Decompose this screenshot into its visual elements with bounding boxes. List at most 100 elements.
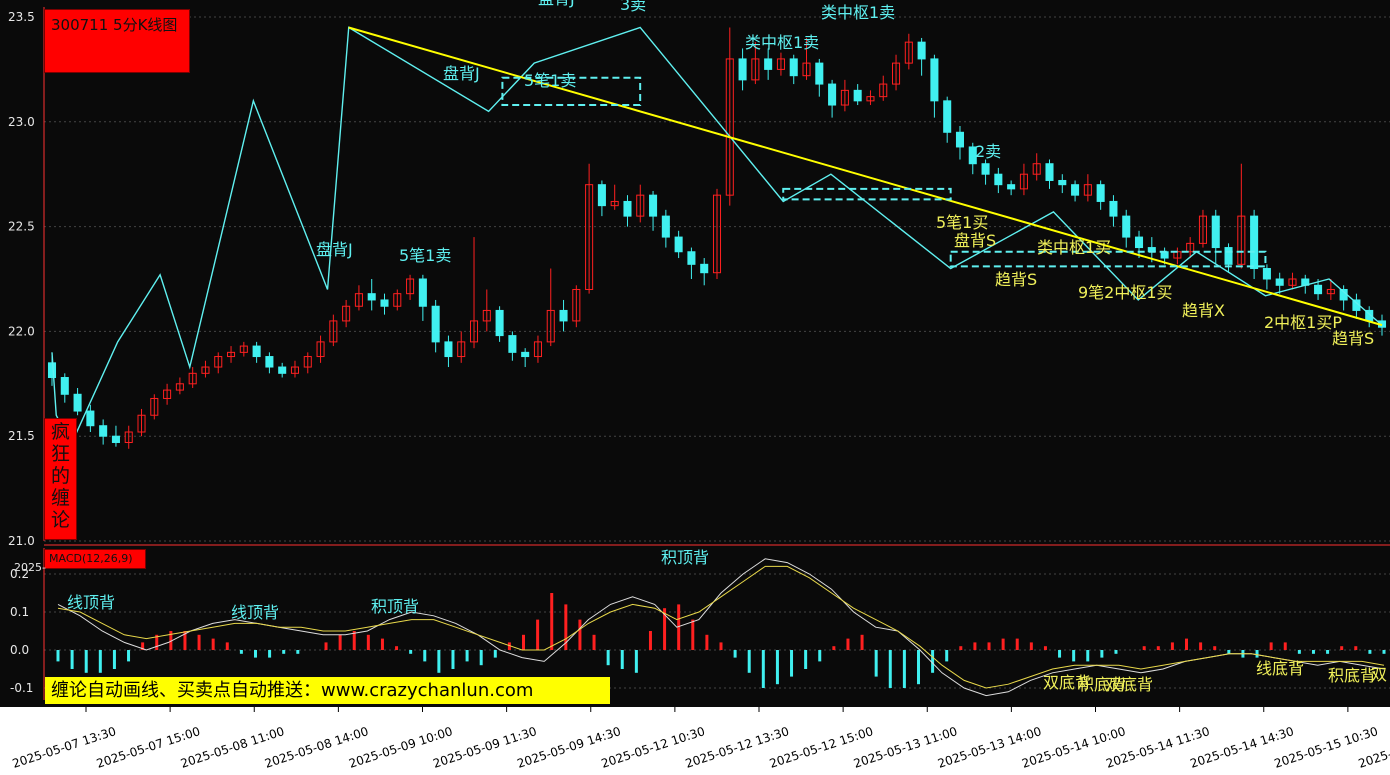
- macd-annotation-top-0: 线顶背: [67, 593, 115, 612]
- macd-annotation-bottom-2: 双底背: [1105, 675, 1153, 694]
- macd-axis: 0.20.10.0-0.1: [10, 567, 33, 695]
- candle-body: [508, 335, 517, 353]
- macd-annotation-bottom-4: 积底背: [1328, 666, 1376, 685]
- annotation-sell-6: 类中枢1卖: [745, 33, 819, 52]
- candle-body: [687, 251, 696, 265]
- zhongshu-boxes: [501, 76, 1267, 268]
- candle-body: [738, 58, 747, 81]
- price-tick-label: 23.5: [8, 10, 35, 24]
- candle-body: [981, 163, 990, 175]
- brand-label: 疯狂的缠论: [44, 418, 77, 540]
- candle-body: [444, 341, 453, 358]
- price-tick-label: 22.0: [8, 324, 35, 338]
- candle-body: [278, 366, 287, 374]
- candle-body: [674, 236, 683, 253]
- candle-body: [111, 435, 120, 443]
- candle-body: [60, 377, 69, 395]
- annotation-sell-7: 2卖: [975, 142, 1001, 161]
- macd-annotation-bottom-3: 线底背: [1256, 659, 1304, 678]
- annotation-buy-6: 2中枢1买P: [1264, 313, 1342, 332]
- macd-annotation-top-3: 积顶背: [661, 548, 709, 567]
- candle-body: [828, 83, 837, 106]
- candle-body: [1071, 184, 1080, 196]
- candle-body: [495, 309, 504, 337]
- promo-banner[interactable]: 缠论自动画线、买卖点自动推送：www.crazychanlun.com: [45, 677, 610, 704]
- trend-line: [348, 26, 1383, 327]
- price-tick-label: 21.0: [8, 534, 35, 548]
- annotation-buy-1: 盘背S: [954, 231, 996, 250]
- candle-body: [815, 62, 824, 85]
- candle-body: [1122, 215, 1131, 238]
- macd-label: MACD(12,26,9): [44, 549, 146, 569]
- annotation-buy-5: 趋背X: [1182, 301, 1225, 320]
- candle-body: [380, 299, 389, 307]
- candle-body: [1096, 184, 1105, 202]
- annotation-buy-2: 类中枢1买: [1037, 238, 1111, 257]
- annotation-sell-1: 5笔1卖: [524, 71, 576, 90]
- macd-lines: [57, 558, 1385, 697]
- chart-title: 300711 5分K线图: [44, 9, 190, 73]
- macd-annotation-top-1: 线顶背: [231, 603, 279, 622]
- candle-body: [623, 200, 632, 217]
- candles: [47, 27, 1387, 449]
- candle-body: [597, 184, 606, 207]
- trend-lines: [348, 26, 1383, 327]
- candle-body: [367, 293, 376, 301]
- annotation-sell-3: 5笔1卖: [399, 246, 451, 265]
- annotation-sell-4: 类中枢1卖: [821, 3, 895, 22]
- candle-body: [789, 58, 798, 77]
- annotation-buy-0: 5笔1买: [936, 213, 988, 232]
- price-tick-label: 22.5: [8, 220, 35, 234]
- annotation-buy-3: 趋背S: [995, 270, 1037, 289]
- candle-body: [252, 345, 261, 358]
- candle-body: [661, 215, 670, 238]
- candle-body: [700, 263, 709, 274]
- macd-tick-label: 0.1: [10, 605, 29, 619]
- candle-body: [1262, 268, 1271, 280]
- candle-body: [1275, 278, 1284, 286]
- candle-body: [418, 278, 427, 307]
- price-tick-label: 23.0: [8, 115, 35, 129]
- candle-body: [1314, 284, 1323, 295]
- candle-body: [559, 309, 568, 322]
- macd-annotation-top-2: 积顶背: [371, 597, 419, 616]
- macd-dea-line: [57, 565, 1385, 689]
- candle-body: [1045, 163, 1054, 181]
- price-tick-label: 21.5: [8, 429, 35, 443]
- candle-body: [521, 351, 530, 358]
- candle-body: [265, 356, 274, 368]
- candle-body: [1109, 200, 1118, 217]
- candle-body: [853, 89, 862, 102]
- candle-body: [1058, 179, 1067, 186]
- macd-diff-line: [57, 558, 1385, 697]
- candle-body: [86, 410, 95, 427]
- candle-body: [955, 131, 965, 148]
- macd-annotations: 线顶背线顶背 积顶背积顶背双底背积底背双底背线底背 积底背双: [67, 548, 1387, 694]
- signal-annotations: 盘背J5笔1卖盘背J5笔1卖类中枢1卖盘背J类中枢1卖2卖3卖5笔1买盘背S类中…: [316, 0, 1374, 348]
- candle-body: [994, 173, 1003, 186]
- candle-body: [431, 305, 440, 343]
- annotation-buy-7: 趋背S: [1332, 329, 1374, 348]
- candle-body: [1211, 215, 1220, 249]
- candle-body: [649, 194, 658, 217]
- candle-body: [99, 425, 108, 437]
- macd-tick-label: -0.1: [10, 681, 33, 695]
- candle-body: [943, 100, 952, 133]
- annotation-sell-2: 盘背J: [316, 240, 353, 259]
- candle-body: [1134, 236, 1144, 249]
- kline-chart: 23.523.022.522.021.521.0 盘背J 5笔1卖盘背J 5笔1卖类…: [0, 0, 1390, 775]
- candle-body: [1007, 184, 1016, 190]
- candle-body: [930, 58, 939, 102]
- annotation-sell-0: 盘背J: [443, 64, 480, 83]
- annotation-sell-8: 3卖: [620, 0, 646, 14]
- annotation-buy-4: 9笔2中枢1买: [1078, 283, 1173, 302]
- annotation-sell-5: 盘背J: [538, 0, 575, 8]
- macd-tick-label: 0.0: [10, 643, 29, 657]
- price-axis: 23.5 23.0 22.5 22.0 21.5 21.0: [8, 10, 35, 548]
- candle-body: [47, 362, 57, 379]
- candle-body: [764, 58, 773, 70]
- macd-annotation-bottom-5: 双: [1371, 665, 1387, 684]
- candle-body: [73, 393, 82, 412]
- candle-body: [1250, 215, 1259, 270]
- candle-body: [917, 41, 926, 60]
